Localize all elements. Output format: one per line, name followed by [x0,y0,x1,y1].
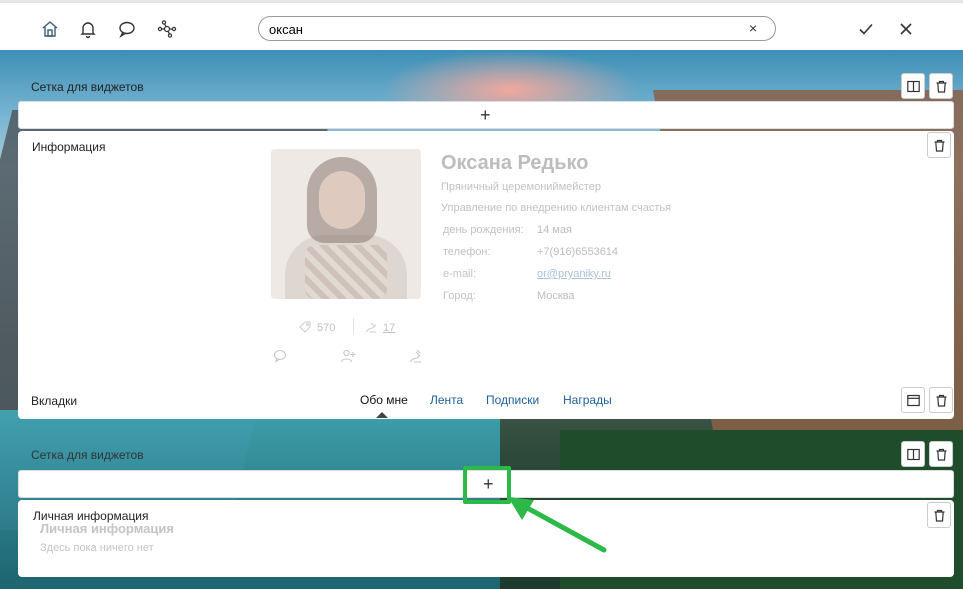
chat-icon[interactable] [117,19,137,39]
trash-icon [934,139,945,152]
trash-icon [936,448,947,461]
tab-about[interactable]: Обо мне [360,393,408,407]
coins-stat: 570 [298,320,335,334]
home-icon[interactable] [40,19,60,39]
personal-info-widget [18,500,954,577]
check-icon[interactable] [857,20,875,38]
tab-settings-button[interactable] [901,387,925,413]
columns-button[interactable] [901,441,925,467]
empty-state-text: Здесь пока ничего нет [40,542,154,554]
stat-divider [353,318,354,334]
avatar [271,149,421,299]
trash-icon [934,509,945,522]
bell-icon[interactable] [78,19,98,39]
delete-button[interactable] [929,441,953,467]
search-field[interactable]: × [258,16,776,41]
subscribe-icon[interactable] [340,348,356,364]
close-icon[interactable] [897,20,915,38]
trash-icon [936,80,947,93]
message-icon[interactable] [272,348,288,364]
thanks-icon [365,322,377,333]
widget-grid-label: Сетка для виджетов [31,448,144,462]
columns-icon [907,80,920,93]
delete-button[interactable] [929,387,953,413]
trash-icon [936,394,947,407]
add-widget-bar[interactable]: + [18,101,954,129]
delete-button[interactable] [929,73,953,99]
coin-icon [299,321,311,333]
window-icon [907,394,920,407]
top-bar: × [0,0,963,50]
field-key-birthday: день рождения: [443,224,524,236]
thank-icon[interactable] [408,348,424,364]
field-value-phone: +7(916)6553614 [537,246,619,258]
thanks-stat[interactable]: 17 [364,320,395,334]
profile-name: Оксана Редько [441,152,589,174]
tab-feed[interactable]: Лента [430,393,463,407]
active-tab-indicator [376,412,388,418]
field-key-email: e-mail: [443,268,477,280]
email-link[interactable]: or@pryaniky.ru [537,268,611,280]
field-value-city: Москва [537,290,575,302]
field-key-city: Город: [443,290,476,302]
network-icon[interactable] [157,19,177,39]
tab-awards[interactable]: Награды [563,393,612,407]
search-input[interactable] [269,20,739,38]
field-value-birthday: 14 мая [537,224,572,236]
widget-grid-label: Сетка для виджетов [31,80,144,94]
tab-subscriptions[interactable]: Подписки [486,393,539,407]
add-widget-button[interactable]: + [480,106,491,124]
thanks-count: 17 [383,322,396,334]
field-key-phone: телефон: [443,246,491,258]
info-widget-label: Информация [32,140,106,154]
clear-search-icon[interactable]: × [749,21,763,35]
delete-button[interactable] [927,502,951,528]
profile-position: Пряничный церемониймейстер [441,181,602,193]
pointer-arrow-icon [508,497,607,553]
delete-button[interactable] [927,132,951,158]
coins-count: 570 [317,322,336,334]
personal-info-title: Личная информация [40,521,174,536]
columns-icon [907,448,920,461]
columns-button[interactable] [901,73,925,99]
tabs-widget-label: Вкладки [31,394,78,408]
profile-department: Управление по внедрению клиентам счастья [441,202,672,214]
